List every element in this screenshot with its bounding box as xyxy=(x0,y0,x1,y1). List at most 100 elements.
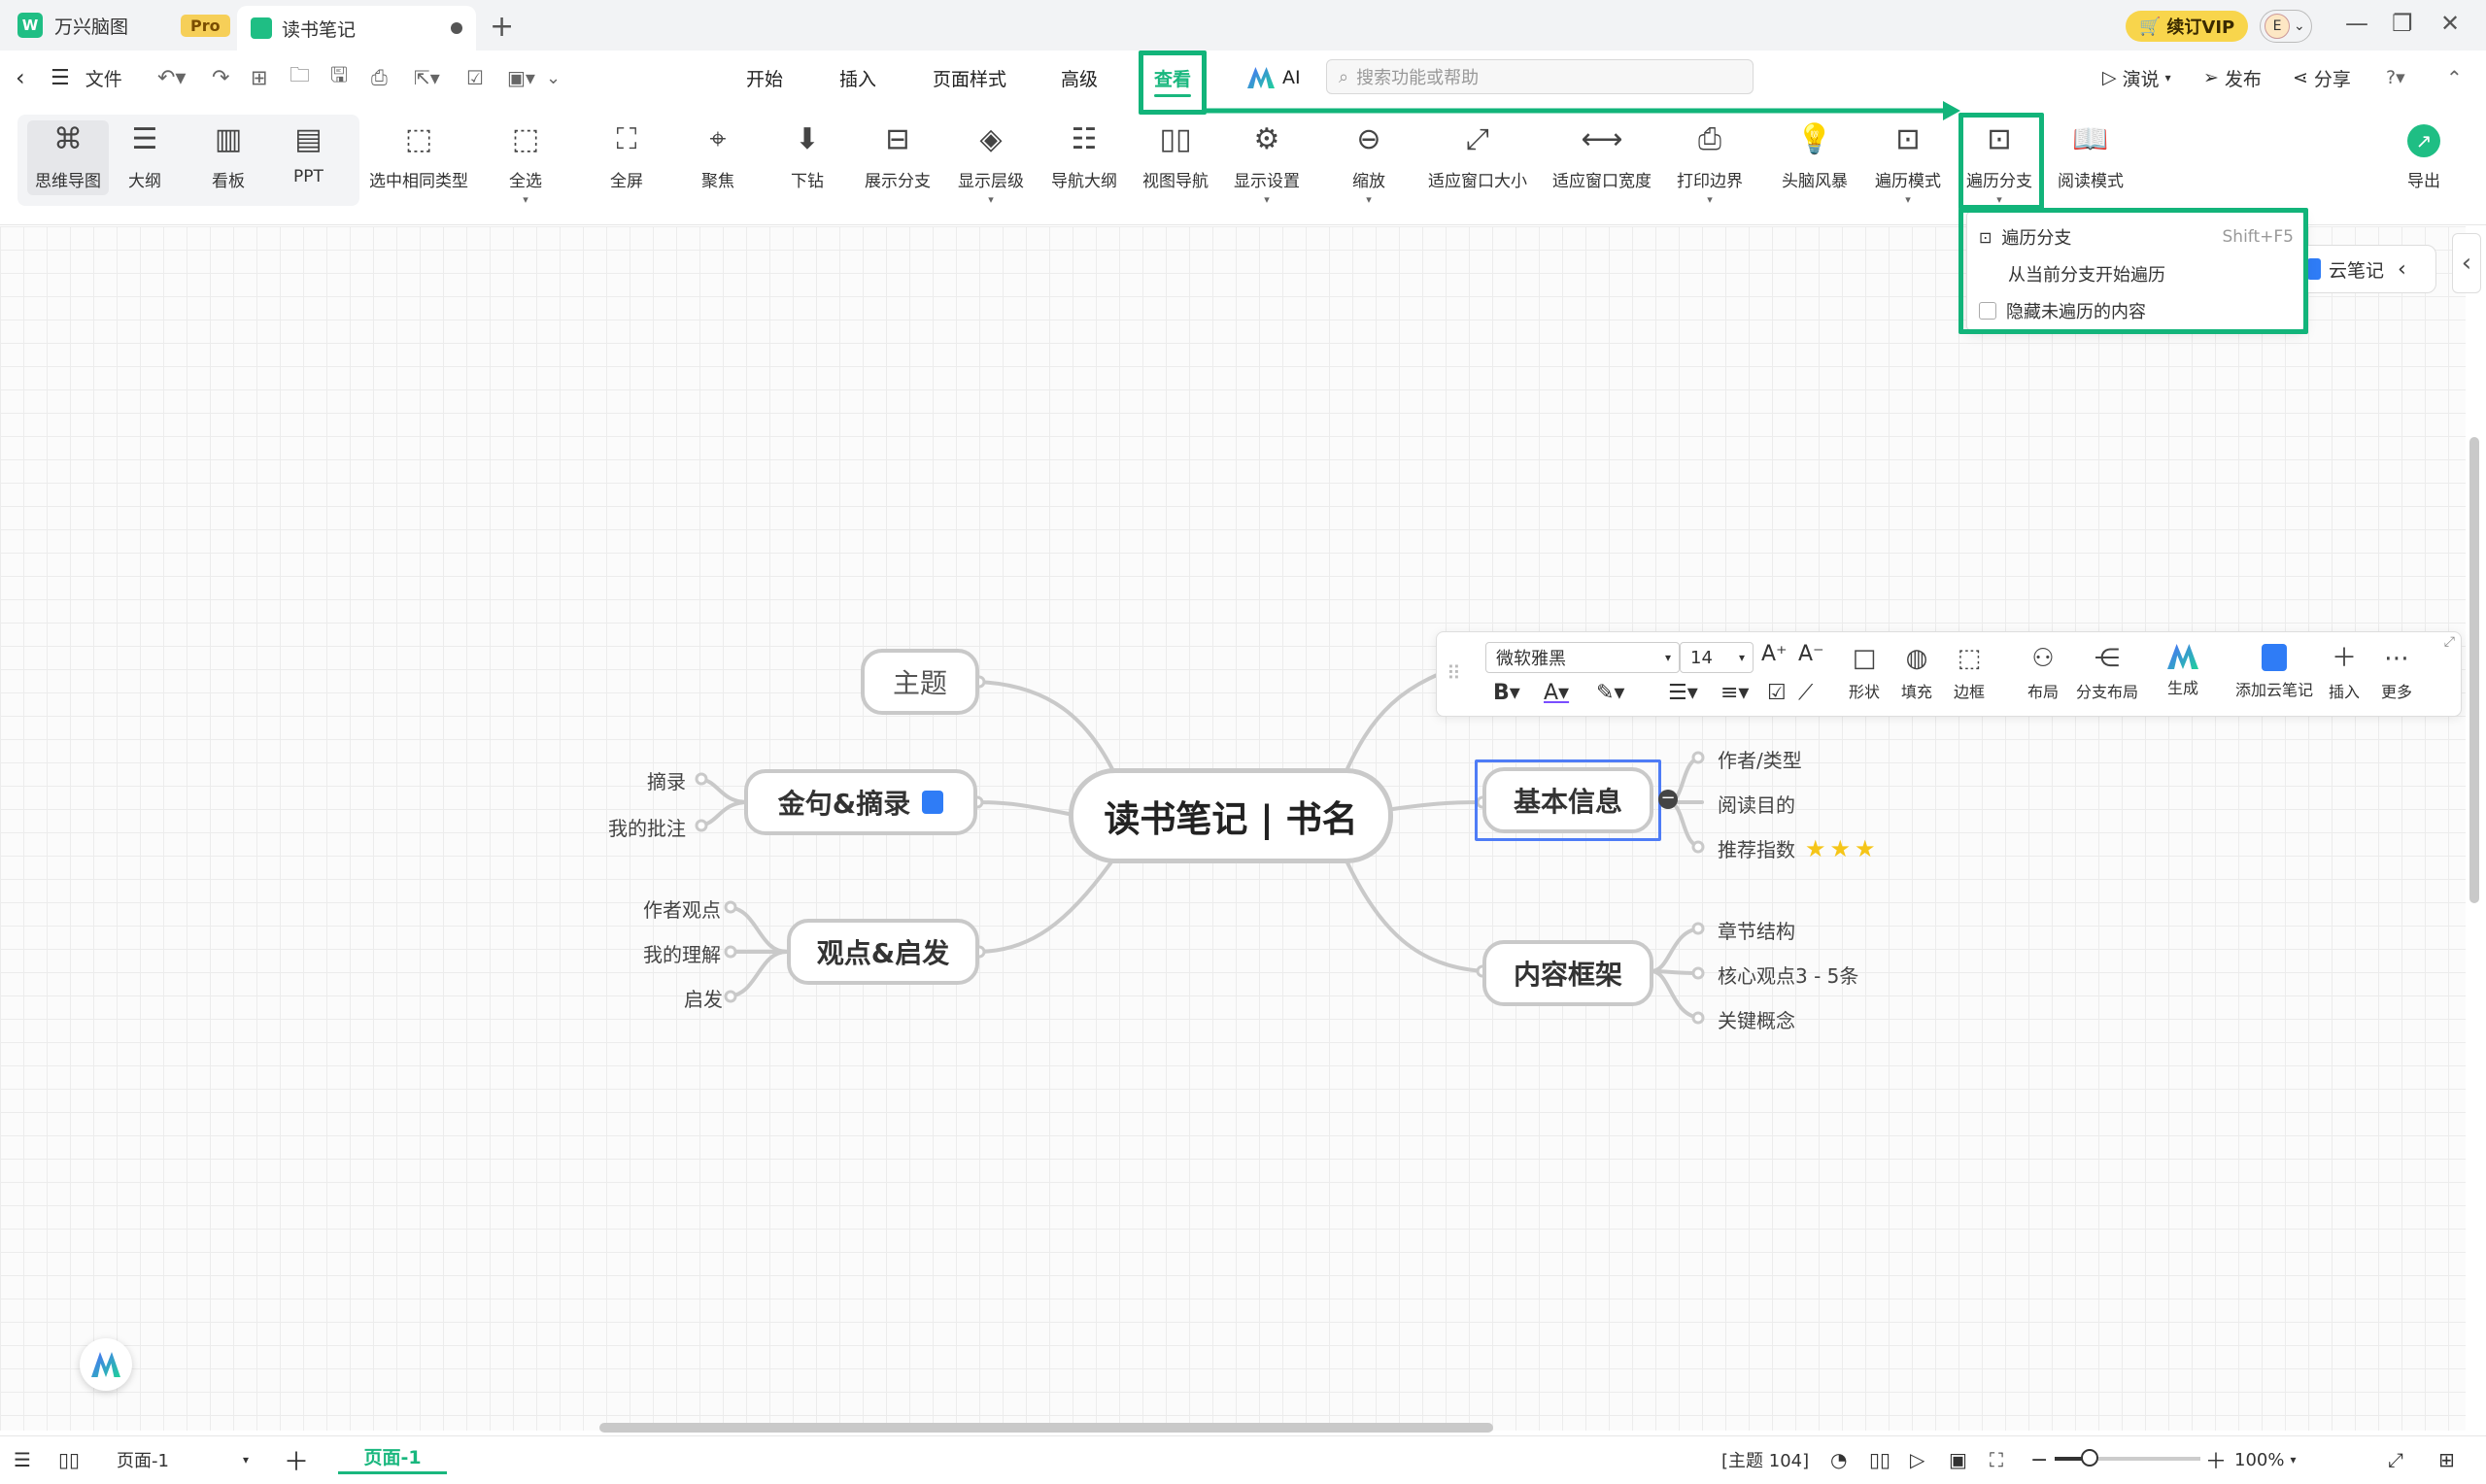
central-topic[interactable]: 读书笔记 | 书名 xyxy=(1069,768,1393,863)
fit-icon[interactable]: ▣ xyxy=(1949,1435,1967,1484)
publish-button[interactable]: ➢ 发布 xyxy=(2203,51,2262,105)
fit-width-button[interactable]: ⟷ 适应窗口宽度 xyxy=(1552,124,1652,192)
tab-page-style[interactable]: 页面样式 xyxy=(933,51,1006,105)
shape-button[interactable]: □ 形状 xyxy=(1849,644,1880,702)
share-button[interactable]: ⋖ 分享 xyxy=(2293,51,2351,105)
page-tab[interactable]: 页面-1 xyxy=(338,1441,447,1474)
outline-toggle-icon[interactable]: ☰ xyxy=(14,1435,31,1484)
undo-icon[interactable]: ↶▾ xyxy=(157,51,186,105)
restore-icon[interactable]: ❐ xyxy=(2392,10,2413,37)
present-button[interactable]: ▷ 演说 ▾ xyxy=(2102,51,2171,105)
drag-handle-icon[interactable]: ⠿ xyxy=(1447,661,1461,685)
font-color-icon[interactable]: A▾ xyxy=(1544,681,1569,705)
cloud-note-button[interactable]: 云笔记 ‹ xyxy=(2291,245,2436,293)
redo-icon[interactable]: ↷ xyxy=(212,51,229,105)
user-avatar[interactable]: E ⌄ xyxy=(2260,10,2312,43)
fit-window-button[interactable]: ⤢ 适应窗口大小 xyxy=(1428,124,1527,192)
subtopic-author-type[interactable]: 作者/类型 xyxy=(1718,745,1802,773)
play-icon[interactable]: ▷ xyxy=(1910,1435,1924,1484)
page-select[interactable]: 页面-1 ▾ xyxy=(117,1435,249,1484)
menu-item-traverse-from-current[interactable]: 从当前分支开始遍历 xyxy=(1979,261,2294,287)
check-icon[interactable]: ☑ xyxy=(466,51,484,105)
collapse-ribbon-icon[interactable]: ⌃ xyxy=(2446,51,2463,105)
checkbox-edit-icon[interactable]: ☑ xyxy=(1767,681,1787,705)
reading-mode-button[interactable]: 📖 阅读模式 xyxy=(2058,124,2124,192)
zoom-button[interactable]: ⊖ 缩放 ▾ xyxy=(1352,124,1385,207)
help-icon[interactable]: ?▾ xyxy=(2386,51,2405,105)
tab-insert[interactable]: 插入 xyxy=(839,51,876,105)
font-increase-icon[interactable]: A⁺ xyxy=(1761,642,1788,666)
list-icon[interactable]: ☰▾ xyxy=(1668,681,1698,705)
save-as-icon[interactable]: ▣▾ xyxy=(507,51,535,105)
subtopic-key-concepts[interactable]: 关键概念 xyxy=(1718,1005,1795,1033)
subtopic-inspiration[interactable]: 启发 xyxy=(684,984,723,1012)
font-decrease-icon[interactable]: A⁻ xyxy=(1798,642,1824,666)
traverse-branch-button[interactable]: ⊡ 遍历分支 ▾ xyxy=(1966,124,2032,207)
map-view-icon[interactable]: ▯▯ xyxy=(1869,1435,1890,1484)
drill-down-button[interactable]: ⬇ 下钻 xyxy=(791,124,824,192)
save-icon[interactable]: 🖫 xyxy=(330,51,348,105)
page-panel-icon[interactable]: ▯▯ xyxy=(58,1435,80,1484)
app-tab[interactable]: W 万兴脑图 Pro xyxy=(0,6,248,45)
menu-item-traverse-branch[interactable]: ⊡ 遍历分支 Shift+F5 xyxy=(1979,224,2294,250)
subtopic-recommendation[interactable]: 推荐指数 ★ ★ ★ xyxy=(1718,834,1876,862)
new-tab-icon[interactable]: + xyxy=(490,10,514,44)
tab-view[interactable]: 查看 xyxy=(1146,51,1199,105)
layout-button[interactable]: ⚇ 布局 xyxy=(2027,644,2059,702)
theme-icon[interactable]: ◔ xyxy=(1830,1435,1847,1484)
view-mindmap-button[interactable]: ⌘ 思维导图 xyxy=(27,120,109,195)
topic-theme[interactable]: 主题 xyxy=(861,649,979,715)
tab-ai[interactable]: AI xyxy=(1247,51,1301,105)
horizontal-scrollbar[interactable] xyxy=(599,1423,1493,1433)
back-icon[interactable]: ‹ xyxy=(16,51,25,105)
highlight-icon[interactable]: ✎▾ xyxy=(1596,681,1624,705)
new-file-icon[interactable]: ⊞ xyxy=(251,51,268,105)
tab-advanced[interactable]: 高级 xyxy=(1061,51,1098,105)
insert-button[interactable]: ＋ 插入 xyxy=(2329,644,2360,702)
subtopic-author-view[interactable]: 作者观点 xyxy=(643,894,721,923)
subtopic-annotation[interactable]: 我的批注 xyxy=(608,813,686,841)
font-family-select[interactable]: 微软雅黑 ▾ xyxy=(1485,642,1680,673)
fullscreen-button[interactable]: ⛶ 全屏 xyxy=(610,124,643,192)
display-settings-button[interactable]: ⚙ 显示设置 ▾ xyxy=(1234,124,1300,207)
menu-item-hide-untraversed[interactable]: 隐藏未遍历的内容 xyxy=(1979,298,2294,323)
format-brush-icon[interactable]: ⟋ xyxy=(1798,681,1813,705)
add-cloud-note-button[interactable]: 添加云笔记 xyxy=(2235,644,2313,700)
ai-assistant-button[interactable] xyxy=(80,1338,132,1391)
expand-view-icon[interactable]: ⤢ xyxy=(2388,1435,2403,1484)
focus-button[interactable]: ⌖ 聚焦 xyxy=(701,124,734,192)
collapse-icon[interactable]: − xyxy=(1658,790,1678,809)
brainstorm-button[interactable]: 💡 头脑风暴 xyxy=(1782,124,1848,192)
add-page-icon[interactable]: ＋ xyxy=(284,1435,309,1484)
search-box[interactable]: ⌕ 搜索功能或帮助 xyxy=(1326,59,1754,94)
checkbox[interactable] xyxy=(1979,302,1996,320)
nav-outline-button[interactable]: ☷ 导航大纲 xyxy=(1051,124,1117,192)
view-outline-button[interactable]: ☰ 大纲 xyxy=(128,124,161,192)
more-button[interactable]: ⋯ 更多 xyxy=(2381,644,2412,702)
subtopic-chapter-structure[interactable]: 章节结构 xyxy=(1718,916,1795,944)
expand-icon[interactable]: ⤢ xyxy=(2444,634,2455,650)
vertical-scrollbar[interactable] xyxy=(2469,437,2479,903)
renew-vip-button[interactable]: 🛒 续订VIP xyxy=(2126,11,2249,42)
open-folder-icon[interactable]: 🗀 xyxy=(289,51,310,105)
zoom-in-icon[interactable]: ＋ xyxy=(2205,1435,2227,1484)
topic-insights[interactable]: 观点&启发 xyxy=(787,919,979,985)
fill-button[interactable]: ◍ 填充 xyxy=(1901,644,1932,702)
view-nav-button[interactable]: ▯▯ 视图导航 xyxy=(1142,124,1209,192)
topic-content-framework[interactable]: 内容框架 xyxy=(1482,940,1653,1006)
print-icon[interactable]: ⎙ xyxy=(371,51,388,105)
view-kanban-button[interactable]: ▥ 看板 xyxy=(212,124,245,192)
tab-start[interactable]: 开始 xyxy=(746,51,783,105)
topic-basic-info[interactable]: 基本信息 xyxy=(1482,767,1653,833)
bold-icon[interactable]: B▾ xyxy=(1493,681,1520,705)
select-all-button[interactable]: ⬚ 全选 ▾ xyxy=(509,124,542,207)
zoom-out-icon[interactable]: − xyxy=(2030,1435,2048,1484)
subtopic-my-understanding[interactable]: 我的理解 xyxy=(643,939,721,967)
subtopic-core-points[interactable]: 核心观点3 - 5条 xyxy=(1718,961,1858,989)
show-level-button[interactable]: ◈ 显示层级 ▾ xyxy=(958,124,1024,207)
search-input[interactable]: 搜索功能或帮助 xyxy=(1356,64,1479,89)
unsaved-dot-icon[interactable] xyxy=(451,22,462,34)
more-chevron-icon[interactable]: ⌄ xyxy=(546,51,561,105)
close-icon[interactable]: ✕ xyxy=(2440,10,2460,37)
fullscreen-icon[interactable]: ⛶ xyxy=(1990,1435,2003,1484)
